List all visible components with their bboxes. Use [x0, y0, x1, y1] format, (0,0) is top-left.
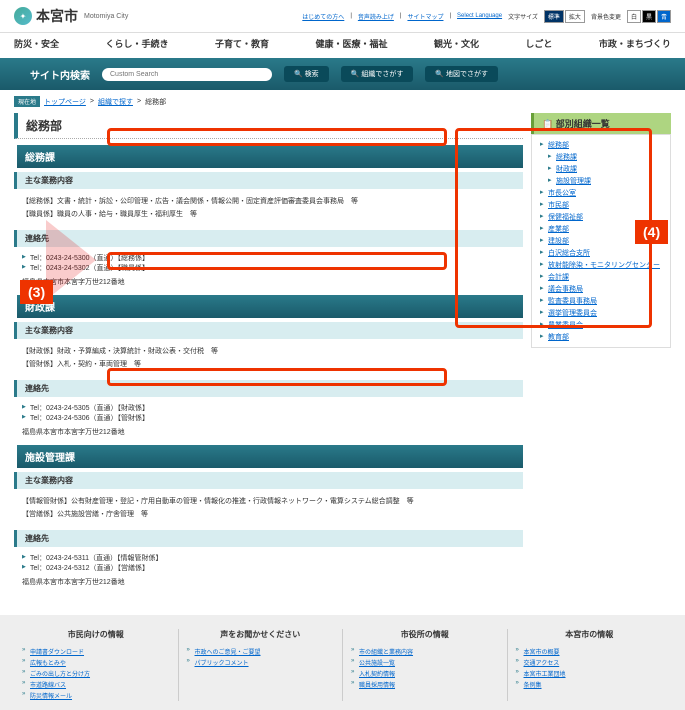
gnav-5[interactable]: しごと	[525, 37, 552, 50]
global-nav: 防災・安全 くらし・手続き 子育て・教育 健康・医療・福祉 観光・文化 しごと …	[0, 33, 685, 58]
contact-h-1: 連絡先	[14, 380, 523, 397]
addr-2: 福島県本宮市本宮字万世212番地	[14, 575, 523, 589]
size-normal[interactable]: 標準	[544, 10, 564, 23]
side-sub-0[interactable]: 総務課	[556, 154, 577, 161]
search-button[interactable]: 🔍 検索	[284, 66, 329, 82]
flink-2-2[interactable]: 入札契約情報	[359, 672, 395, 678]
gnav-6[interactable]: 市政・まちづくり	[599, 37, 671, 50]
search-bar: サイト内検索 🔍 検索 🔍 組織でさがす 🔍 地図でさがす	[0, 58, 685, 90]
side-item-6[interactable]: 白沢総合支所	[548, 250, 590, 257]
gyomu-0-0: 【総務係】文書・統計・訴訟・公印管理・広告・議会関係・情報公開・固定資産評価審査…	[22, 197, 515, 208]
side-item-13[interactable]: 教育部	[548, 334, 569, 341]
size-label: 文字サイズ	[508, 12, 538, 21]
flink-1-0[interactable]: 市政へのご意見・ご要望	[195, 650, 261, 656]
gnav-4[interactable]: 観光・文化	[434, 37, 479, 50]
flink-3-0[interactable]: 本宮市の概要	[524, 650, 560, 656]
map-search-button[interactable]: 🔍 地図でさがす	[425, 66, 498, 82]
contact-1-1: Tel：0243-24-5306（直通）【管財係】	[22, 413, 515, 423]
search-input[interactable]	[102, 68, 272, 81]
side-item-8[interactable]: 会計課	[548, 274, 569, 281]
crumb-mid[interactable]: 組織で探す	[98, 97, 133, 107]
gnav-1[interactable]: くらし・手続き	[105, 37, 168, 50]
gyomu-h-1: 主な業務内容	[14, 322, 523, 339]
color-label: 背景色変更	[591, 12, 621, 21]
gnav-3[interactable]: 健康・医療・福祉	[315, 37, 387, 50]
color-blue[interactable]: 青	[657, 10, 671, 23]
contact-2-0: Tel：0243-24-5311（直通）【情報管財係】	[22, 553, 515, 563]
org-search-button[interactable]: 🔍 組織でさがす	[341, 66, 414, 82]
flink-3-1[interactable]: 交通アクセス	[524, 661, 560, 667]
flink-3-3[interactable]: 条例集	[524, 683, 542, 689]
toplink-2[interactable]: サイトマップ	[407, 12, 443, 21]
callout-label-4: (4)	[635, 220, 668, 244]
gnav-2[interactable]: 子育て・教育	[215, 37, 269, 50]
color-white[interactable]: 白	[627, 10, 641, 23]
side-item-9[interactable]: 議会事務局	[548, 286, 583, 293]
fcol-h-2: 市役所の情報	[351, 629, 499, 640]
site-logo[interactable]: ✦ 本宮市 Motomiya City	[14, 6, 128, 26]
toplink-0[interactable]: はじめての方へ	[302, 12, 344, 21]
gyomu-0-1: 【職員係】職員の人事・給与・職員厚生・福利厚生 等	[22, 210, 515, 221]
side-item-2[interactable]: 市民部	[548, 202, 569, 209]
page-title: 総務部	[14, 113, 523, 139]
side-item-10[interactable]: 監査委員事務局	[548, 298, 597, 305]
search-label: サイト内検索	[30, 67, 90, 82]
logo-icon: ✦	[14, 7, 32, 25]
fcol-h-0: 市民向けの情報	[22, 629, 170, 640]
city-sub: Motomiya City	[84, 13, 128, 20]
city-name: 本宮市	[36, 6, 78, 26]
flink-0-0[interactable]: 申請書ダウンロード	[30, 650, 84, 656]
flink-0-3[interactable]: 市道路線バス	[30, 683, 66, 689]
side-item-3[interactable]: 保健福祉部	[548, 214, 583, 221]
gnav-0[interactable]: 防災・安全	[14, 37, 59, 50]
contact-2-1: Tel：0243-24-5312（直通）【営繕係】	[22, 563, 515, 573]
flink-3-2[interactable]: 本宮市工業団地	[524, 672, 566, 678]
contact-h-2: 連絡先	[14, 530, 523, 547]
flink-0-1[interactable]: 広報もとみや	[30, 661, 66, 667]
gyomu-h-0: 主な業務内容	[14, 172, 523, 189]
color-black[interactable]: 黒	[642, 10, 656, 23]
gyomu-h-2: 主な業務内容	[14, 472, 523, 489]
gyomu-1-0: 【財政係】財政・予算編成・決算統計・財政公表・交付税 等	[22, 347, 515, 358]
side-item-7[interactable]: 放射能除染・モニタリングセンター	[548, 262, 660, 269]
size-large[interactable]: 拡大	[565, 10, 585, 23]
top-utility-links: はじめての方へ| 音声読み上げ| サイトマップ| Select Language…	[302, 10, 671, 23]
callout-label-3: (3)	[20, 280, 53, 304]
side-title: 📋 部別組織一覧	[531, 113, 671, 134]
flink-2-1[interactable]: 公共施設一覧	[359, 661, 395, 667]
flink-2-0[interactable]: 市の組織と業務内容	[359, 650, 413, 656]
addr-1: 福島県本宮市本宮字万世212番地	[14, 425, 523, 439]
toplink-1[interactable]: 音声読み上げ	[358, 12, 394, 21]
crumb-current: 総務部	[145, 97, 166, 107]
flink-0-4[interactable]: 防災情報メール	[30, 694, 72, 700]
crumb-tag: 現在地	[14, 96, 40, 107]
crumb-home[interactable]: トップページ	[44, 97, 86, 107]
section-title-0[interactable]: 総務課	[14, 145, 523, 168]
toplink-3[interactable]: Select Language	[457, 13, 502, 19]
flink-1-1[interactable]: パブリックコメント	[195, 661, 249, 667]
breadcrumb: 現在地 トップページ > 組織で探す > 総務部	[0, 90, 685, 113]
side-sub-1[interactable]: 財政課	[556, 166, 577, 173]
gyomu-2-0: 【情報管財係】公有財産管理・登記・庁用自動車の管理・情報化の推進・行政情報ネット…	[22, 497, 515, 508]
side-sub-2[interactable]: 施設管理課	[556, 178, 591, 185]
gyomu-1-1: 【管財係】入札・契約・車両管理 等	[22, 360, 515, 371]
contact-1-0: Tel：0243-24-5305（直通）【財政係】	[22, 403, 515, 413]
flink-0-2[interactable]: ごみの出し方と分け方	[30, 672, 90, 678]
side-item-0[interactable]: 総務部	[548, 142, 569, 149]
side-item-4[interactable]: 産業部	[548, 226, 569, 233]
gyomu-2-1: 【営繕係】公共施設営繕・庁舎管理 等	[22, 510, 515, 521]
fcol-h-1: 声をお聞かせください	[187, 629, 335, 640]
fcol-h-3: 本宮市の情報	[516, 629, 664, 640]
side-item-12[interactable]: 農業委員会	[548, 322, 583, 329]
flink-2-3[interactable]: 職員採用情報	[359, 683, 395, 689]
section-title-2[interactable]: 施設管理課	[14, 445, 523, 468]
side-item-11[interactable]: 選挙管理委員会	[548, 310, 597, 317]
side-item-1[interactable]: 市長公室	[548, 190, 576, 197]
side-item-5[interactable]: 建設部	[548, 238, 569, 245]
